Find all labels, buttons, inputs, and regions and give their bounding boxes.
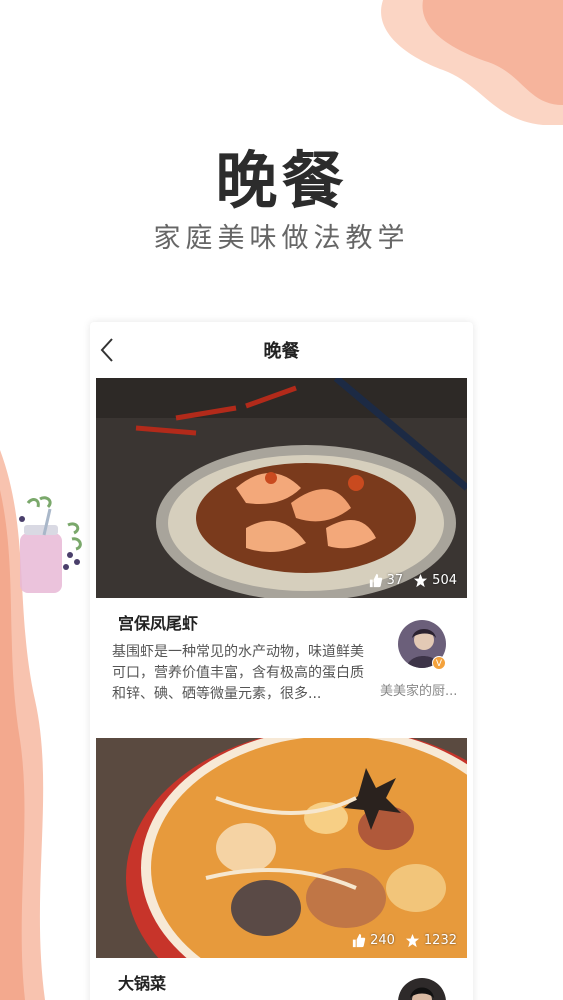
like-stat[interactable]: 240 xyxy=(351,933,395,948)
like-stat[interactable]: 37 xyxy=(368,573,404,588)
author-name[interactable]: 美美家的厨... xyxy=(380,680,472,699)
avatar-photo xyxy=(398,978,446,1000)
shrimp-dish-photo xyxy=(96,378,467,598)
recipe-stats: 240 1232 xyxy=(351,933,457,948)
favorite-count: 1232 xyxy=(423,933,457,948)
app-preview-frame: 晚餐 37 504 宫保凤尾虾 基围虾是一种常见的水产动物，味道鲜美可口，营养价… xyxy=(90,322,473,1000)
smoothie-jar-illustration xyxy=(19,496,82,593)
decorative-top-blob xyxy=(381,0,563,125)
recipe-title[interactable]: 宫保凤尾虾 xyxy=(118,610,198,634)
like-count: 240 xyxy=(370,933,395,948)
thumbs-up-icon xyxy=(369,573,382,588)
thumbs-up-icon xyxy=(352,933,366,948)
chevron-left-icon[interactable] xyxy=(96,336,120,364)
recipe-description: 基围虾是一种常见的水产动物，味道鲜美可口，营养价值丰富，含有极高的蛋白质和锌、碘… xyxy=(112,644,364,702)
nav-title: 晚餐 xyxy=(263,341,300,362)
vip-badge-icon: V xyxy=(432,656,446,670)
recipe-image-shrimp[interactable]: 37 504 xyxy=(96,378,467,598)
recipe-title[interactable]: 大锅菜 xyxy=(118,970,166,994)
favorite-stat[interactable]: 504 xyxy=(413,573,457,588)
author-avatar[interactable] xyxy=(398,978,446,1000)
star-icon xyxy=(405,933,419,948)
hero-subtitle: 家庭美味做法教学 xyxy=(153,223,410,254)
hero-title: 晚餐 xyxy=(215,144,348,217)
star-icon xyxy=(414,573,428,588)
favorite-stat[interactable]: 1232 xyxy=(405,933,457,948)
recipe-image-stew[interactable]: 240 1232 xyxy=(96,738,467,958)
like-count: 37 xyxy=(386,573,404,588)
recipe-stats: 37 504 xyxy=(368,573,457,588)
nav-bar: 晚餐 xyxy=(90,322,473,378)
favorite-count: 504 xyxy=(432,573,457,588)
stew-dish-photo xyxy=(96,738,467,958)
